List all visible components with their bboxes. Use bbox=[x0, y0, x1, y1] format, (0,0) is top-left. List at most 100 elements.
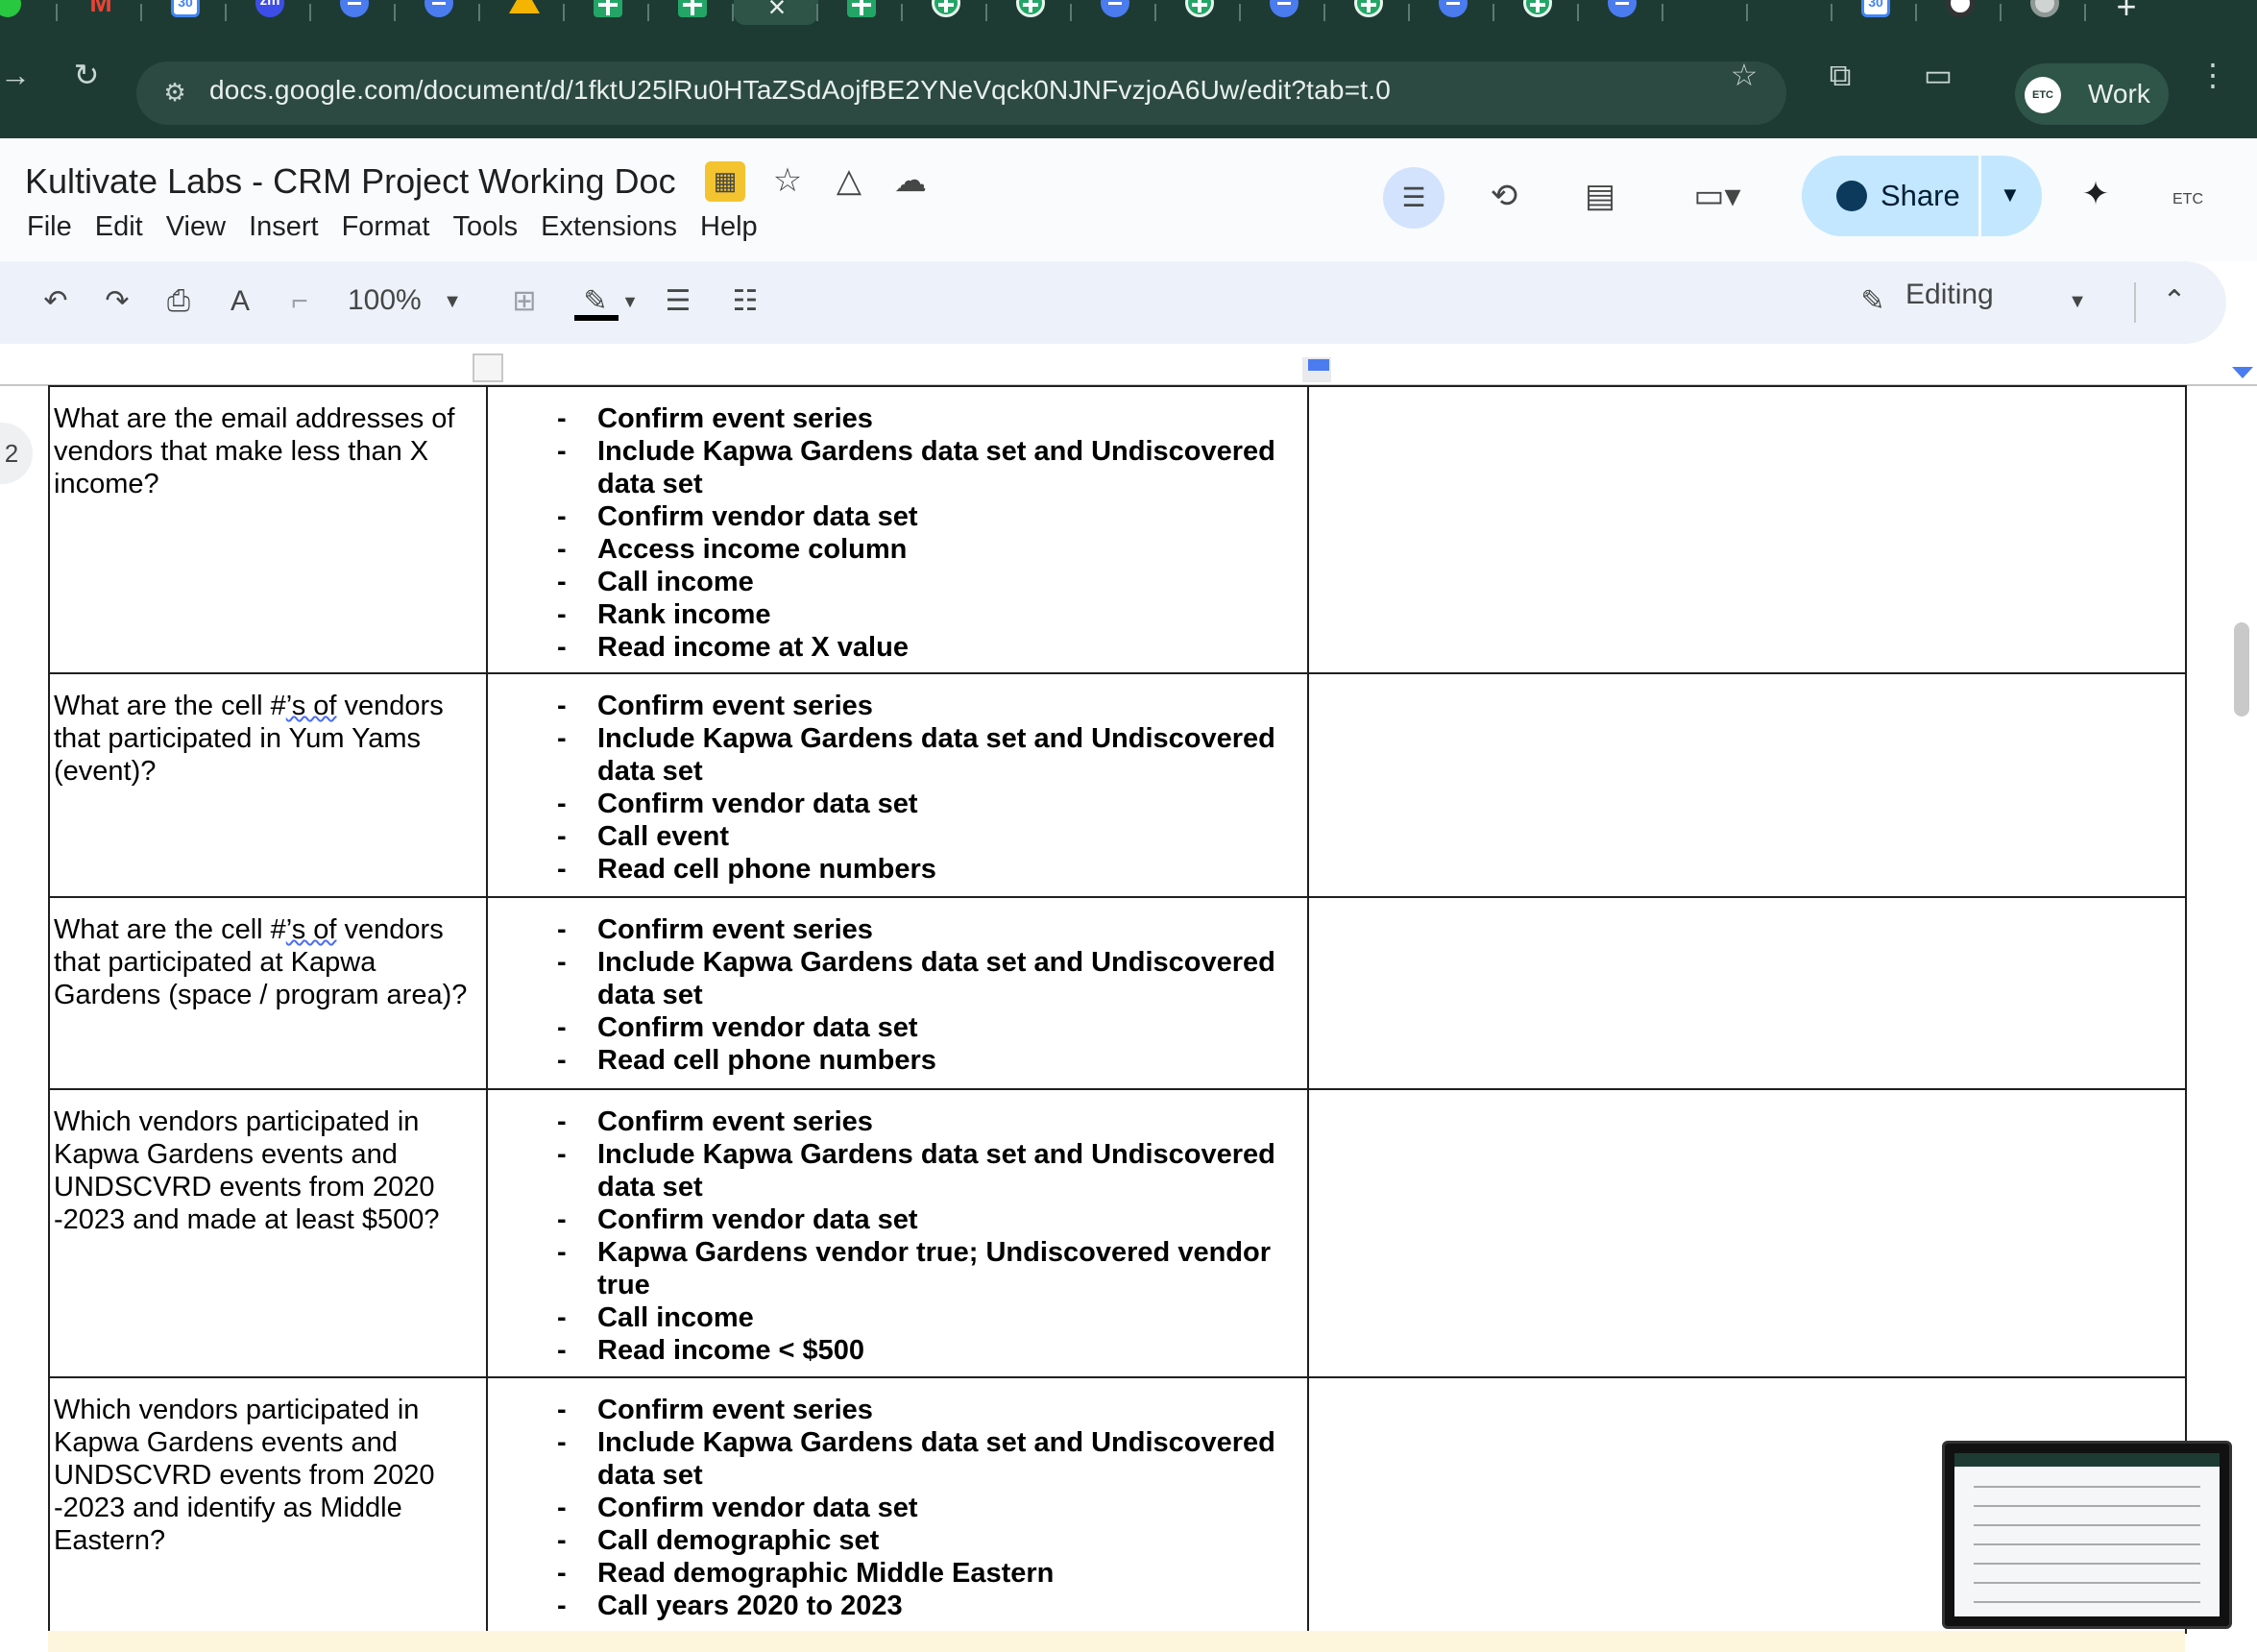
notes-cell[interactable] bbox=[1307, 672, 2187, 898]
zoom-chevron-icon[interactable]: ▼ bbox=[438, 282, 467, 321]
browser-tab[interactable] bbox=[396, 0, 480, 25]
spelling-flag[interactable]: ’s of bbox=[286, 914, 337, 945]
pip-screen-bar bbox=[1954, 1453, 2220, 1467]
picture-in-picture-preview[interactable] bbox=[1942, 1441, 2232, 1629]
browser-tab[interactable] bbox=[565, 0, 649, 25]
chevron-down-icon[interactable]: ▼ bbox=[2000, 182, 2021, 207]
scrollbar-thumb[interactable] bbox=[2234, 622, 2249, 717]
right-indent-marker-icon[interactable] bbox=[2232, 367, 2253, 378]
question-cell[interactable]: What are the cell #’s of vendors that pa… bbox=[48, 672, 488, 898]
browser-tab[interactable] bbox=[1072, 0, 1156, 25]
meet-video-icon[interactable]: ▭▾ bbox=[1679, 177, 1756, 215]
browser-tab[interactable] bbox=[1663, 0, 1748, 25]
gemini-icon[interactable]: ✦ bbox=[2075, 175, 2117, 213]
meet-chat-icon[interactable]: ☰ bbox=[1383, 167, 1444, 229]
browser-tab[interactable] bbox=[1241, 0, 1325, 25]
menu-format[interactable]: Format bbox=[342, 211, 430, 242]
browser-tab[interactable] bbox=[0, 0, 58, 25]
steps-cell[interactable]: Confirm event series Include Kapwa Garde… bbox=[486, 1376, 1309, 1634]
share-button[interactable]: Share ▼ bbox=[1802, 156, 2042, 236]
indent-marker-icon[interactable] bbox=[1308, 359, 1329, 371]
browser-tab[interactable]: 30 bbox=[142, 0, 227, 25]
add-comment-icon[interactable]: ⊞ bbox=[505, 282, 544, 321]
menu-help[interactable]: Help bbox=[700, 211, 758, 242]
docs-icon bbox=[1270, 0, 1298, 17]
steps-cell[interactable]: Confirm event series Include Kapwa Garde… bbox=[486, 385, 1309, 674]
steps-cell[interactable]: Confirm event series Include Kapwa Garde… bbox=[486, 896, 1309, 1090]
question-cell[interactable]: Which vendors participated in Kapwa Gard… bbox=[48, 1088, 488, 1378]
border-dash-icon[interactable]: ☷ bbox=[726, 282, 764, 321]
pip-line bbox=[1974, 1524, 2200, 1526]
question-cell[interactable]: What are the cell #’s of vendors that pa… bbox=[48, 896, 488, 1090]
browser-tab[interactable] bbox=[1579, 0, 1663, 25]
browser-tab[interactable]: M bbox=[58, 0, 142, 25]
list-item: Confirm vendor data set bbox=[498, 500, 1298, 533]
star-icon[interactable]: ☆ bbox=[768, 161, 807, 200]
column-marker[interactable] bbox=[473, 353, 503, 382]
reload-icon[interactable]: ↻ bbox=[67, 58, 106, 92]
browser-menu-icon[interactable]: ⋮ bbox=[2197, 58, 2228, 92]
account-avatar[interactable]: ETC bbox=[2167, 181, 2209, 219]
menu-view[interactable]: View bbox=[166, 211, 226, 242]
browser-tab[interactable] bbox=[311, 0, 396, 25]
undo-icon[interactable]: ↶ bbox=[36, 282, 75, 321]
menu-bar: File Edit View Insert Format Tools Extensions H… bbox=[27, 211, 781, 243]
browser-tab[interactable] bbox=[480, 0, 565, 25]
move-to-drive-icon[interactable]: △ bbox=[830, 161, 868, 200]
editing-mode-select[interactable]: Editing bbox=[1905, 279, 1994, 311]
mode-chevron-icon[interactable]: ▼ bbox=[2063, 282, 2092, 321]
browser-tab[interactable] bbox=[1410, 0, 1494, 25]
redo-icon[interactable]: ↷ bbox=[98, 282, 136, 321]
document-title[interactable]: Kultivate Labs - CRM Project Working Doc bbox=[25, 161, 676, 202]
browser-tab[interactable] bbox=[1748, 0, 1832, 25]
browser-tab[interactable]: 30 bbox=[1832, 0, 1917, 25]
steps-cell[interactable]: Confirm event series Include Kapwa Garde… bbox=[486, 1088, 1309, 1378]
browser-tab[interactable] bbox=[1494, 0, 1579, 25]
notes-cell[interactable] bbox=[1307, 896, 2187, 1090]
comments-icon[interactable]: ▤ bbox=[1579, 177, 1621, 215]
line-spacing-icon[interactable]: ☰ bbox=[659, 282, 697, 321]
browser-tab[interactable] bbox=[1156, 0, 1241, 25]
browser-tab[interactable] bbox=[1917, 0, 2002, 25]
browser-tab[interactable]: × bbox=[734, 0, 818, 25]
browser-tab[interactable] bbox=[2002, 0, 2086, 25]
document-table: What are the email addresses of vendors … bbox=[48, 385, 2187, 1634]
question-cell[interactable]: What are the email addresses of vendors … bbox=[48, 385, 488, 674]
menu-edit[interactable]: Edit bbox=[95, 211, 143, 242]
offline-badge-icon[interactable]: ▦ bbox=[705, 161, 745, 202]
highlight-chevron-icon[interactable]: ▼ bbox=[619, 282, 642, 321]
browser-tab[interactable] bbox=[649, 0, 734, 25]
new-tab-icon[interactable]: + bbox=[2109, 0, 2144, 25]
version-history-icon[interactable]: ⟲ bbox=[1483, 177, 1525, 215]
browser-tab[interactable]: zm bbox=[227, 0, 311, 25]
menu-insert[interactable]: Insert bbox=[249, 211, 319, 242]
forward-icon[interactable]: → bbox=[0, 58, 31, 92]
tab-search-icon[interactable]: ▭ bbox=[1919, 58, 1957, 92]
menu-extensions[interactable]: Extensions bbox=[541, 211, 677, 242]
paint-format-icon[interactable]: ⌐ bbox=[280, 282, 319, 321]
zoom-select[interactable]: 100% bbox=[348, 284, 422, 317]
question-cell[interactable]: Which vendors participated in Kapwa Gard… bbox=[48, 1376, 488, 1634]
steps-cell[interactable]: Confirm event series Include Kapwa Garde… bbox=[486, 672, 1309, 898]
spellcheck-icon[interactable]: A bbox=[221, 282, 259, 321]
spelling-flag[interactable]: ’s of bbox=[286, 691, 337, 721]
menu-tools[interactable]: Tools bbox=[452, 211, 518, 242]
close-icon[interactable]: × bbox=[763, 0, 791, 23]
browser-tab[interactable] bbox=[818, 0, 903, 25]
url-text[interactable]: docs.google.com/document/d/1fktU25lRu0HT… bbox=[209, 75, 1391, 106]
browser-tab[interactable] bbox=[903, 0, 987, 25]
tab-separator bbox=[2084, 4, 2086, 21]
site-info-icon[interactable]: ⚙ bbox=[156, 75, 194, 109]
print-icon[interactable]: ⎙ bbox=[159, 282, 198, 321]
bookmark-star-icon[interactable]: ☆ bbox=[1725, 58, 1763, 92]
browser-tab[interactable] bbox=[987, 0, 1072, 25]
sheets-icon bbox=[932, 0, 960, 17]
notes-cell[interactable] bbox=[1307, 385, 2187, 674]
chevron-up-icon[interactable]: ⌃ bbox=[2155, 282, 2194, 321]
menu-file[interactable]: File bbox=[27, 211, 72, 242]
profile-button[interactable]: ETC Work bbox=[2015, 63, 2169, 125]
list-item: Confirm vendor data set bbox=[498, 1011, 1298, 1044]
browser-tab[interactable] bbox=[1325, 0, 1410, 25]
notes-cell[interactable] bbox=[1307, 1088, 2187, 1378]
extensions-icon[interactable]: ⧉ bbox=[1821, 58, 1859, 92]
